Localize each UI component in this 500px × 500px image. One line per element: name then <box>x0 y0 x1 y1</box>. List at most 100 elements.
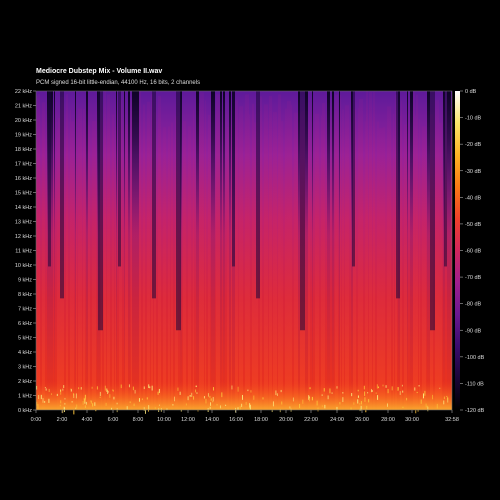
energy-speck <box>185 403 187 406</box>
spectral-column-bright <box>294 112 298 410</box>
y-tick-label: 15 kHz <box>15 191 32 197</box>
energy-speck <box>375 392 377 394</box>
energy-speck <box>371 388 373 393</box>
spectral-column-bright <box>88 125 90 410</box>
spectrogram-chart: 0:00 2:00 4:00 6:00 8:00 10:00 12:00 14:00 16:00… <box>15 89 485 423</box>
spectral-column-bright <box>342 109 344 411</box>
spectral-gap <box>396 91 400 299</box>
colorbar-tick-label: -80 dB <box>465 302 482 308</box>
energy-speck <box>368 399 370 403</box>
energy-speck <box>99 391 101 397</box>
spectral-column-bright <box>235 100 238 410</box>
energy-speck <box>216 404 218 406</box>
energy-speck <box>364 397 366 402</box>
x-tick-label: 26:00 <box>355 417 369 423</box>
energy-speck <box>245 401 247 405</box>
spectral-column-dark <box>128 91 130 410</box>
energy-speck <box>209 395 211 398</box>
spectral-column-bright <box>264 104 268 410</box>
energy-speck <box>323 388 325 392</box>
energy-speck <box>309 396 311 402</box>
energy-speck <box>272 401 274 407</box>
spectral-column-bright <box>57 129 58 410</box>
energy-speck <box>193 396 195 400</box>
spectral-column-bright <box>245 94 249 410</box>
spectral-column-bright <box>188 126 191 410</box>
spectral-column-bright <box>278 94 281 411</box>
energy-speck <box>40 394 42 400</box>
spectral-column-bright <box>404 124 407 410</box>
y-tick-label: 2 kHz <box>18 379 32 385</box>
y-tick-label: 11 kHz <box>15 249 32 255</box>
energy-speck <box>385 385 387 388</box>
spectral-gap <box>176 91 181 331</box>
spectral-column-bright <box>183 121 186 411</box>
energy-speck <box>203 396 205 399</box>
energy-speck <box>308 395 310 400</box>
energy-speck <box>90 400 92 403</box>
spectral-column-bright <box>315 113 319 410</box>
energy-speck <box>105 402 107 406</box>
energy-speck <box>250 390 252 393</box>
energy-speck <box>138 398 140 402</box>
energy-speck <box>113 396 115 400</box>
energy-speck <box>104 385 106 391</box>
x-tick-label: 28:00 <box>381 417 395 423</box>
colorbar-tick-label: -110 dB <box>465 381 484 387</box>
energy-speck <box>85 401 87 405</box>
energy-speck <box>128 384 130 388</box>
energy-speck <box>289 406 291 409</box>
spectral-column-bright <box>193 109 194 411</box>
energy-speck <box>253 395 255 400</box>
spectral-gap <box>430 91 435 331</box>
energy-speck <box>99 396 101 398</box>
colorbar-tick-label: -90 dB <box>465 328 482 334</box>
spectral-gap <box>98 91 103 331</box>
x-tick-label: 6:00 <box>108 417 119 423</box>
y-tick-label: 19 kHz <box>15 133 32 139</box>
spectral-column-dark <box>211 91 215 410</box>
energy-speck <box>107 391 109 393</box>
energy-speck <box>94 402 96 406</box>
energy-speck <box>207 393 209 397</box>
spectral-column-bright <box>435 100 439 410</box>
energy-speck <box>63 385 65 389</box>
energy-speck <box>339 402 341 405</box>
energy-speck <box>351 393 353 397</box>
energy-speck <box>172 404 174 406</box>
spectral-column-bright <box>66 94 68 410</box>
energy-speck <box>357 399 359 404</box>
spectral-column-bright <box>42 102 45 411</box>
spectral-column-bright <box>369 92 372 411</box>
energy-speck <box>177 387 179 391</box>
energy-speck <box>45 388 47 391</box>
y-tick-label: 16 kHz <box>15 176 32 182</box>
energy-speck <box>133 403 135 407</box>
spectral-column-bright <box>104 91 106 410</box>
energy-speck <box>422 393 424 399</box>
energy-speck <box>316 400 318 406</box>
spectral-column-bright <box>216 94 220 410</box>
energy-speck <box>109 394 111 398</box>
energy-speck <box>399 391 401 395</box>
spectral-column-dark <box>407 91 408 410</box>
spectral-column-dark <box>327 91 330 410</box>
spectral-column-dark <box>124 91 125 410</box>
y-tick-label: 7 kHz <box>18 307 32 313</box>
spectral-column-bright <box>139 91 141 410</box>
spectral-gap <box>60 91 64 299</box>
energy-speck <box>191 392 193 397</box>
energy-speck <box>219 405 221 409</box>
y-tick-label: 1 kHz <box>18 394 32 400</box>
energy-speck <box>205 398 207 404</box>
spectral-column-bright <box>112 114 114 410</box>
energy-speck <box>331 392 333 394</box>
energy-speck <box>248 408 250 410</box>
energy-speck <box>327 395 329 400</box>
spectral-column-dark <box>427 91 430 410</box>
y-tick-label: 8 kHz <box>18 292 32 298</box>
spectral-column-bright <box>143 104 145 410</box>
energy-speck <box>321 405 323 407</box>
energy-speck <box>276 393 278 397</box>
energy-speck <box>48 388 50 393</box>
